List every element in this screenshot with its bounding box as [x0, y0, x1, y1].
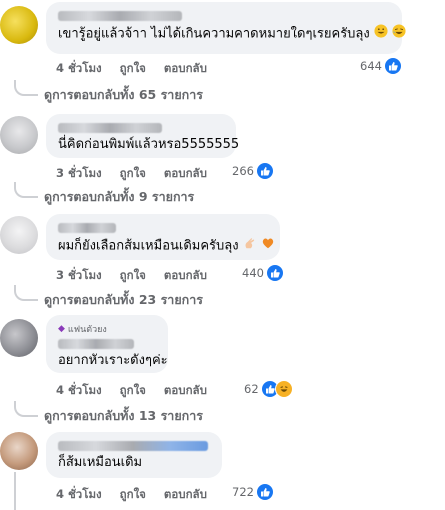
author-name-blurred[interactable]: [58, 223, 116, 233]
like-button[interactable]: ถูกใจ: [120, 165, 146, 183]
comment-3: ผมก็ยังเลือกส้มเหมือนเดิมครับลุง 3 ชั่วโ…: [0, 210, 445, 315]
diamond-icon: ◆: [58, 324, 65, 334]
comment-text: เขารู้อยู่แล้วจ้าา ไม่ได้เกินความคาดหมาย…: [58, 26, 370, 42]
author-name-blurred[interactable]: [58, 11, 182, 21]
reply-button[interactable]: ตอบกลับ: [164, 382, 207, 400]
timestamp[interactable]: 4 ชั่วโมง: [56, 486, 102, 504]
comment-text: ก็ส้มเหมือนเดิม: [58, 455, 143, 470]
view-replies-link[interactable]: ดูการตอบกลับทั้ง 9 รายการ: [44, 187, 194, 207]
haha-reaction-icon: [274, 380, 293, 398]
avatar[interactable]: [0, 319, 38, 357]
reply-thread-connector: [14, 285, 38, 301]
like-button[interactable]: ถูกใจ: [120, 267, 146, 285]
top-fan-badge: ◆ แฟนตัวยง: [58, 322, 156, 336]
reaction-summary[interactable]: 266: [232, 163, 273, 179]
reply-button[interactable]: ตอบกลับ: [164, 60, 207, 78]
like-reaction-icon: [256, 484, 273, 500]
orange-heart-icon: [261, 236, 275, 256]
comment-text: ผมก็ยังเลือกส้มเหมือนเดิมครับลุง: [58, 238, 239, 254]
comment-bubble: ผมก็ยังเลือกส้มเหมือนเดิมครับลุง: [46, 214, 280, 260]
reaction-count: 440: [242, 266, 264, 280]
view-replies-link[interactable]: ดูการตอบกลับทั้ง 13 รายการ: [44, 406, 203, 426]
comment-5: ก็ส้มเหมือนเดิม 4 ชั่วโมง ถูกใจ ตอบกลับ …: [0, 428, 445, 510]
badge-label: แฟนตัวยง: [67, 325, 107, 335]
reply-thread-connector: [14, 182, 38, 198]
avatar[interactable]: [0, 116, 38, 154]
reply-thread-connector: [14, 80, 38, 96]
laughing-face-icon: [392, 24, 406, 44]
reaction-summary[interactable]: 644: [360, 58, 401, 74]
timestamp[interactable]: 3 ชั่วโมง: [56, 165, 102, 183]
comment-actions: 3 ชั่วโมง ถูกใจ ตอบกลับ: [56, 165, 207, 183]
avatar[interactable]: [0, 6, 38, 44]
like-reaction-icon: [266, 265, 283, 281]
timestamp[interactable]: 4 ชั่วโมง: [56, 382, 102, 400]
hand-icon: [243, 236, 257, 256]
avatar[interactable]: [0, 216, 38, 254]
reaction-summary[interactable]: 62: [244, 380, 293, 398]
comment-bubble: ก็ส้มเหมือนเดิม: [46, 432, 222, 478]
reply-thread-connector: [14, 401, 38, 417]
comment-actions: 4 ชั่วโมง ถูกใจ ตอบกลับ: [56, 60, 207, 78]
like-reaction-icon: [256, 163, 273, 179]
comment-4: ◆ แฟนตัวยง อยากหัวเราะดังๆค่ะ 4 ชั่วโมง …: [0, 315, 445, 425]
like-reaction-icon: [384, 58, 401, 74]
reaction-count: 62: [244, 382, 259, 396]
like-button[interactable]: ถูกใจ: [120, 60, 146, 78]
comment-actions: 4 ชั่วโมง ถูกใจ ตอบกลับ: [56, 382, 207, 400]
like-button[interactable]: ถูกใจ: [120, 486, 146, 504]
author-name-blurred[interactable]: [58, 441, 208, 451]
comment-2: นี่คิดก่อนพิมพ์แล้วหรอ5555555 3 ชั่วโมง …: [0, 110, 445, 210]
reply-thread-line: [14, 472, 16, 510]
reaction-count: 722: [232, 485, 254, 499]
comment-text: นี่คิดก่อนพิมพ์แล้วหรอ5555555: [58, 137, 240, 152]
avatar[interactable]: [0, 432, 38, 470]
comment-1: เขารู้อยู่แล้วจ้าา ไม่ได้เกินความคาดหมาย…: [0, 0, 445, 110]
reply-button[interactable]: ตอบกลับ: [164, 486, 207, 504]
reaction-count: 644: [360, 59, 382, 73]
comment-text: อยากหัวเราะดังๆค่ะ: [58, 353, 168, 368]
comment-bubble: นี่คิดก่อนพิมพ์แล้วหรอ5555555: [46, 114, 240, 158]
view-replies-link[interactable]: ดูการตอบกลับทั้ง 65 รายการ: [44, 85, 203, 105]
view-replies-link[interactable]: ดูการตอบกลับทั้ง 23 รายการ: [44, 290, 203, 310]
reaction-count: 266: [232, 164, 254, 178]
grinning-face-icon: [374, 24, 388, 44]
author-name-blurred[interactable]: [58, 123, 162, 133]
timestamp[interactable]: 3 ชั่วโมง: [56, 267, 102, 285]
timestamp[interactable]: 4 ชั่วโมง: [56, 60, 102, 78]
reply-button[interactable]: ตอบกลับ: [164, 165, 207, 183]
comment-bubble: ◆ แฟนตัวยง อยากหัวเราะดังๆค่ะ: [46, 315, 168, 373]
comment-actions: 3 ชั่วโมง ถูกใจ ตอบกลับ: [56, 267, 207, 285]
comment-actions: 4 ชั่วโมง ถูกใจ ตอบกลับ: [56, 486, 207, 504]
like-button[interactable]: ถูกใจ: [120, 382, 146, 400]
reply-button[interactable]: ตอบกลับ: [164, 267, 207, 285]
author-name-blurred[interactable]: [58, 339, 134, 349]
reaction-summary[interactable]: 440: [242, 265, 283, 281]
comment-bubble: เขารู้อยู่แล้วจ้าา ไม่ได้เกินความคาดหมาย…: [46, 2, 406, 54]
reaction-summary[interactable]: 722: [232, 484, 273, 500]
